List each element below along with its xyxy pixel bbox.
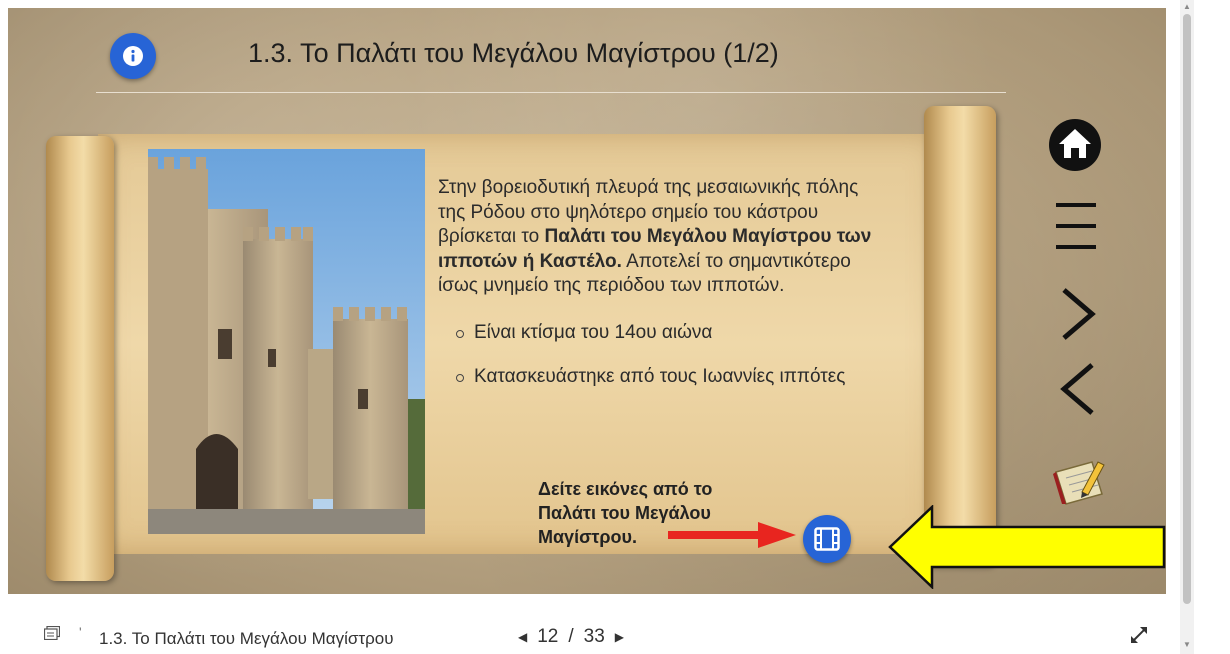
next-slide-button[interactable] [1060,286,1096,347]
intro-paragraph: Στην βορειοδυτική πλευρά της μεσαιωνικής… [438,176,878,299]
page-title: 1.3. Το Παλάτι του Μεγάλου Μαγίστρου (1/… [248,38,779,68]
yellow-arrow-icon [888,505,1166,589]
scroll-down-arrow-icon[interactable]: ▼ [1183,640,1191,649]
scroll-up-arrow-icon[interactable]: ▲ [1183,2,1191,11]
fullscreen-icon[interactable] [1128,624,1150,646]
page-indicator: ◀ 12 / 33 ▶ [518,626,624,648]
info-icon [123,46,143,66]
home-button[interactable] [1048,118,1102,177]
home-icon [1049,119,1101,171]
next-page-arrow-icon[interactable]: ▶ [615,630,624,644]
page-current: 12 [537,626,559,647]
prev-page-arrow-icon[interactable]: ◀ [518,630,527,644]
scrollbar-thumb[interactable] [1183,14,1191,604]
film-icon [814,527,840,551]
title-divider [96,92,1006,93]
menu-button[interactable] [1056,201,1096,258]
chevron-right-icon [1062,288,1096,340]
bottom-bar: ' 1.3. Το Παλάτι του Μεγάλου Μαγίστρου ◀… [0,614,1166,654]
page-separator: / [568,626,574,647]
prev-slide-button[interactable] [1060,361,1096,422]
page-total: 33 [583,626,605,647]
bullet-item: Κατασκευάστηκε από τους Ιωαννίες ιππότες [456,365,878,390]
scroll-roll-left [46,136,114,581]
menu-icon [1056,203,1096,249]
toc-icon[interactable] [44,626,60,640]
main-text: Στην βορειοδυτική πλευρά της μεσαιωνικής… [438,176,878,410]
bullet-list: Είναι κτίσμα του 14ου αιώνα Κατασκευάστη… [438,321,878,390]
scroll-roll-right [924,106,996,566]
red-arrow-icon [668,522,796,548]
notepad-icon [1053,461,1105,505]
breadcrumb: 1.3. Το Παλάτι του Μεγάλου Μαγίστρου [99,629,394,648]
chevron-left-icon [1060,363,1094,415]
presentation-stage: 1.3. Το Παλάτι του Μεγάλου Μαγίστρου (1/… [8,8,1166,594]
castle-photo [148,149,425,534]
gallery-button[interactable] [803,515,851,563]
info-button[interactable] [110,33,156,79]
bullet-item: Είναι κτίσμα του 14ου αιώνα [456,321,878,346]
vertical-scrollbar[interactable]: ▲ ▼ [1180,0,1194,654]
notes-button[interactable] [1052,456,1106,511]
breadcrumb-caret-icon: ' [79,624,82,640]
